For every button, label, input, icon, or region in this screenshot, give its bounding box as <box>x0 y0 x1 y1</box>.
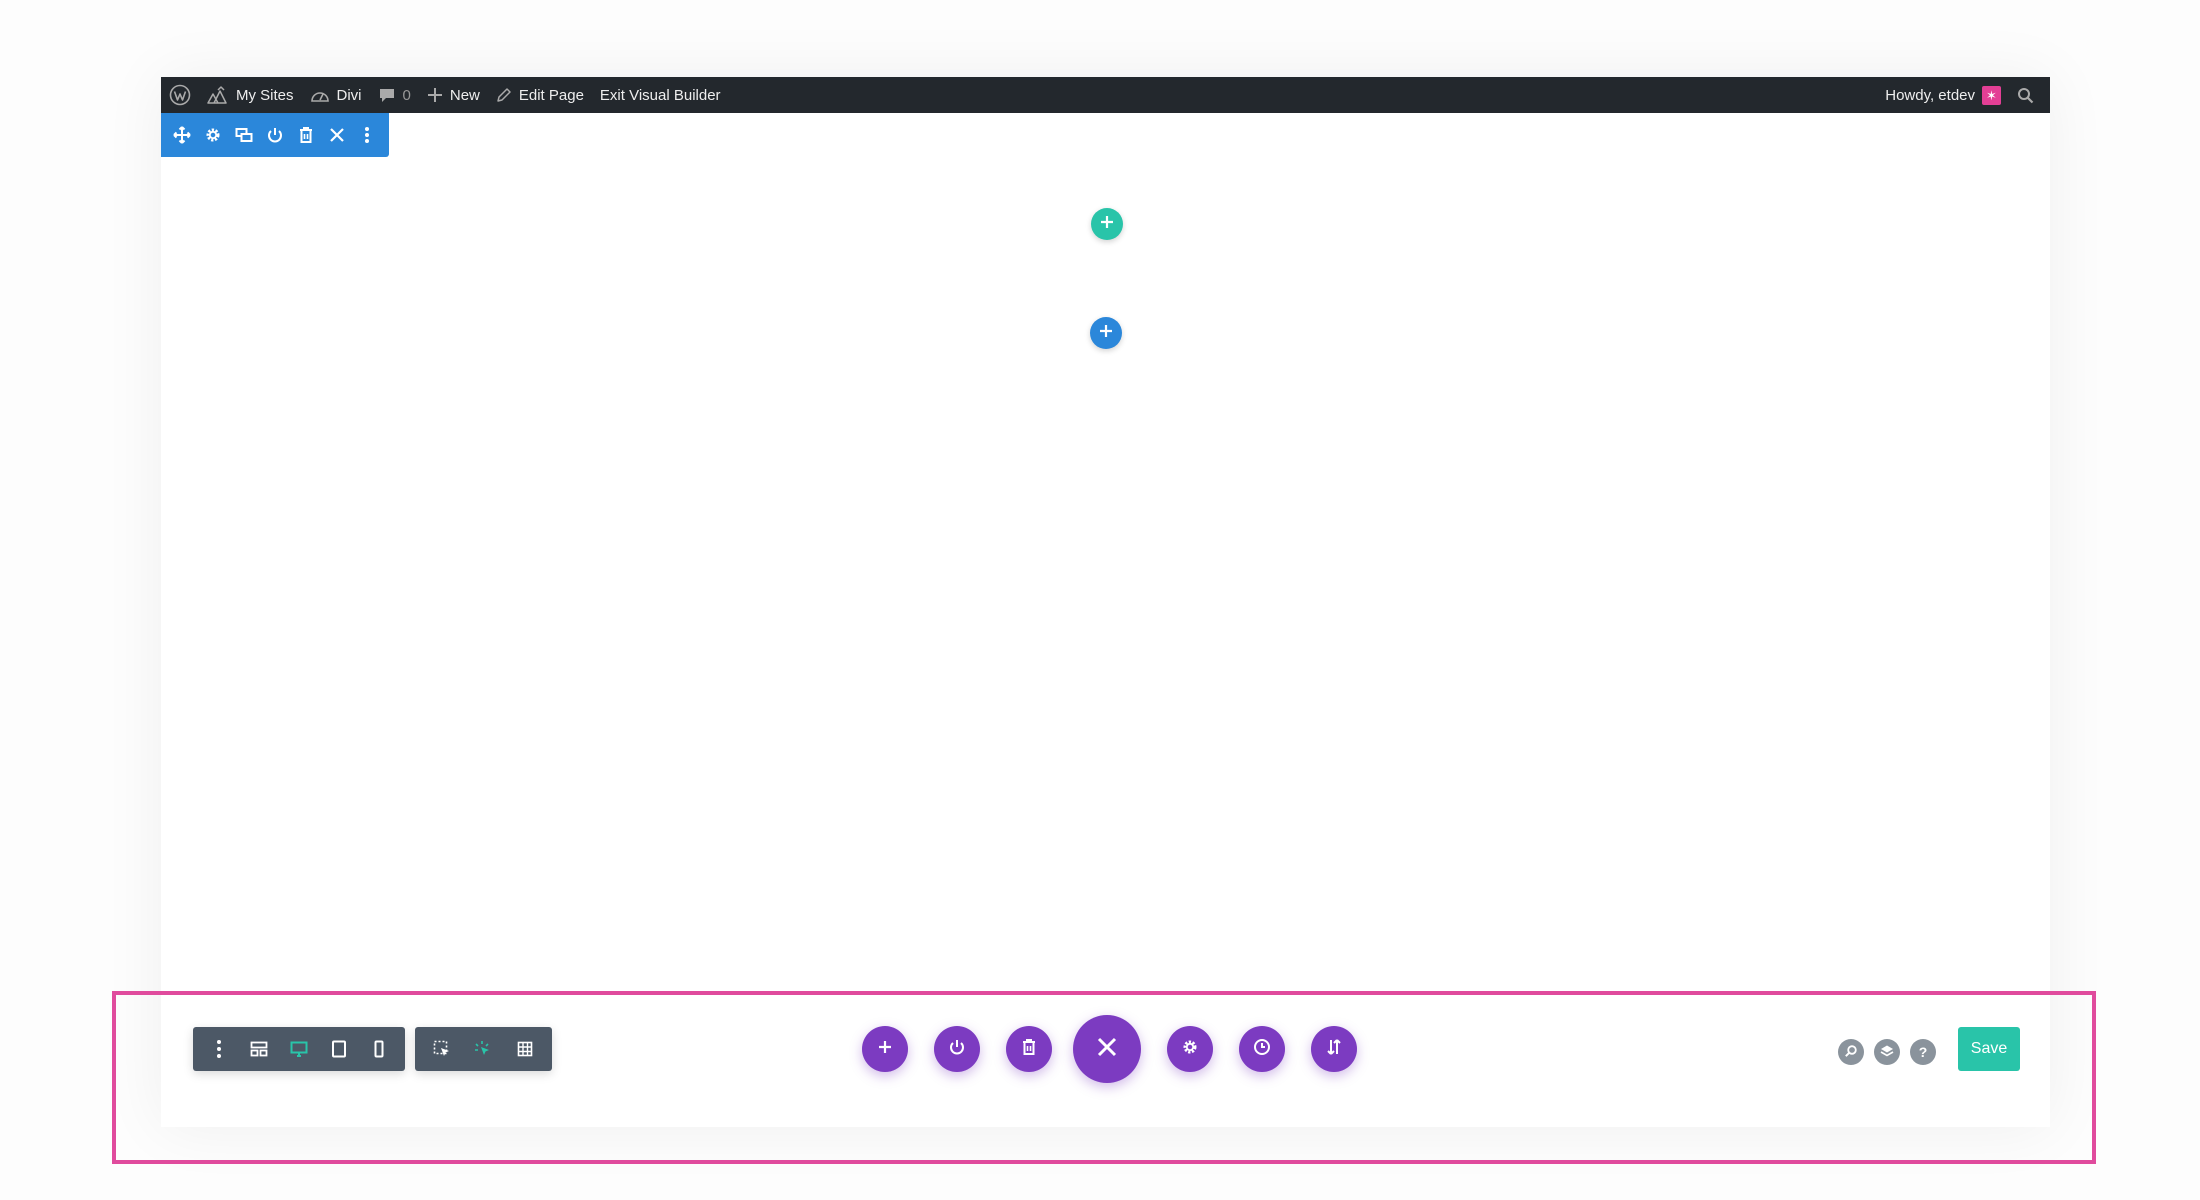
comments-count: 0 <box>402 86 411 104</box>
pencil-icon <box>496 87 512 103</box>
sites-icon <box>207 86 229 104</box>
trash-icon <box>1021 1038 1037 1061</box>
portability-button[interactable] <box>1311 1026 1357 1072</box>
page-settings-button[interactable] <box>1167 1026 1213 1072</box>
close-icon[interactable] <box>324 122 350 148</box>
close-icon <box>1096 1036 1118 1063</box>
admin-search-button[interactable] <box>2009 77 2042 113</box>
help-button[interactable]: ? <box>1910 1039 1936 1065</box>
wordpress-logo-button[interactable] <box>161 77 199 113</box>
phone-icon[interactable] <box>362 1032 396 1066</box>
more-icon[interactable] <box>354 122 380 148</box>
plus-icon <box>1100 215 1114 234</box>
comments-menu[interactable]: 0 <box>370 77 419 113</box>
power-icon <box>948 1038 966 1061</box>
search-button[interactable] <box>1838 1039 1864 1065</box>
exit-visual-builder-link[interactable]: Exit Visual Builder <box>592 77 729 113</box>
click-mode-icon[interactable] <box>425 1032 459 1066</box>
dashboard-icon <box>310 87 330 103</box>
plus-icon <box>427 87 443 103</box>
add-section-button[interactable] <box>1091 208 1123 240</box>
layers-button[interactable] <box>1874 1039 1900 1065</box>
plus-icon <box>1099 324 1113 343</box>
layers-icon <box>1880 1044 1894 1061</box>
duplicate-icon[interactable] <box>231 122 257 148</box>
view-modes-group <box>193 1027 405 1071</box>
search-icon <box>2017 87 2034 104</box>
interaction-modes-group <box>415 1027 552 1071</box>
new-label: New <box>449 86 480 104</box>
wireframe-icon[interactable] <box>242 1032 276 1066</box>
add-button[interactable] <box>862 1026 908 1072</box>
gear-icon <box>1181 1038 1199 1061</box>
add-icon <box>878 1040 892 1059</box>
desktop-icon[interactable] <box>282 1032 316 1066</box>
settings-more-icon[interactable] <box>202 1032 236 1066</box>
page-settings-bar: ? Save <box>161 1015 2050 1127</box>
howdy-label: Howdy, etdev <box>1885 86 1975 104</box>
hover-mode-icon[interactable] <box>466 1032 500 1066</box>
search-icon <box>1844 1044 1858 1061</box>
tablet-icon[interactable] <box>322 1032 356 1066</box>
power-icon[interactable] <box>262 122 288 148</box>
save-button[interactable]: Save <box>1958 1027 2020 1071</box>
my-sites-label: My Sites <box>236 86 294 104</box>
edit-page-label: Edit Page <box>518 86 584 104</box>
wordpress-logo-icon <box>169 84 191 106</box>
new-content-menu[interactable]: New <box>419 77 488 113</box>
gear-icon[interactable] <box>200 122 226 148</box>
avatar: ✶ <box>1982 85 2001 105</box>
my-sites-menu[interactable]: My Sites <box>199 77 302 113</box>
comment-icon <box>378 87 396 103</box>
site-name-label: Divi <box>336 86 362 104</box>
trash-icon[interactable] <box>293 122 319 148</box>
move-icon[interactable] <box>169 122 195 148</box>
clear-layout-button[interactable] <box>1006 1026 1052 1072</box>
grid-mode-icon[interactable] <box>508 1032 542 1066</box>
section-toolbar <box>161 113 389 157</box>
account-menu[interactable]: Howdy, etdev ✶ <box>1877 77 2009 113</box>
portability-icon <box>1325 1038 1343 1061</box>
browser-frame: My Sites Divi 0 New Edit Page Exit Visua… <box>161 77 2050 1127</box>
exit-builder-label: Exit Visual Builder <box>599 86 721 104</box>
help-icon: ? <box>1918 1044 1928 1060</box>
disable-button[interactable] <box>934 1026 980 1072</box>
add-row-button[interactable] <box>1090 317 1122 349</box>
history-icon <box>1253 1038 1271 1061</box>
edit-page-link[interactable]: Edit Page <box>488 77 592 113</box>
site-name-menu[interactable]: Divi <box>302 77 370 113</box>
close-settings-button[interactable] <box>1073 1015 1141 1083</box>
wp-admin-bar: My Sites Divi 0 New Edit Page Exit Visua… <box>161 77 2050 113</box>
history-button[interactable] <box>1239 1026 1285 1072</box>
